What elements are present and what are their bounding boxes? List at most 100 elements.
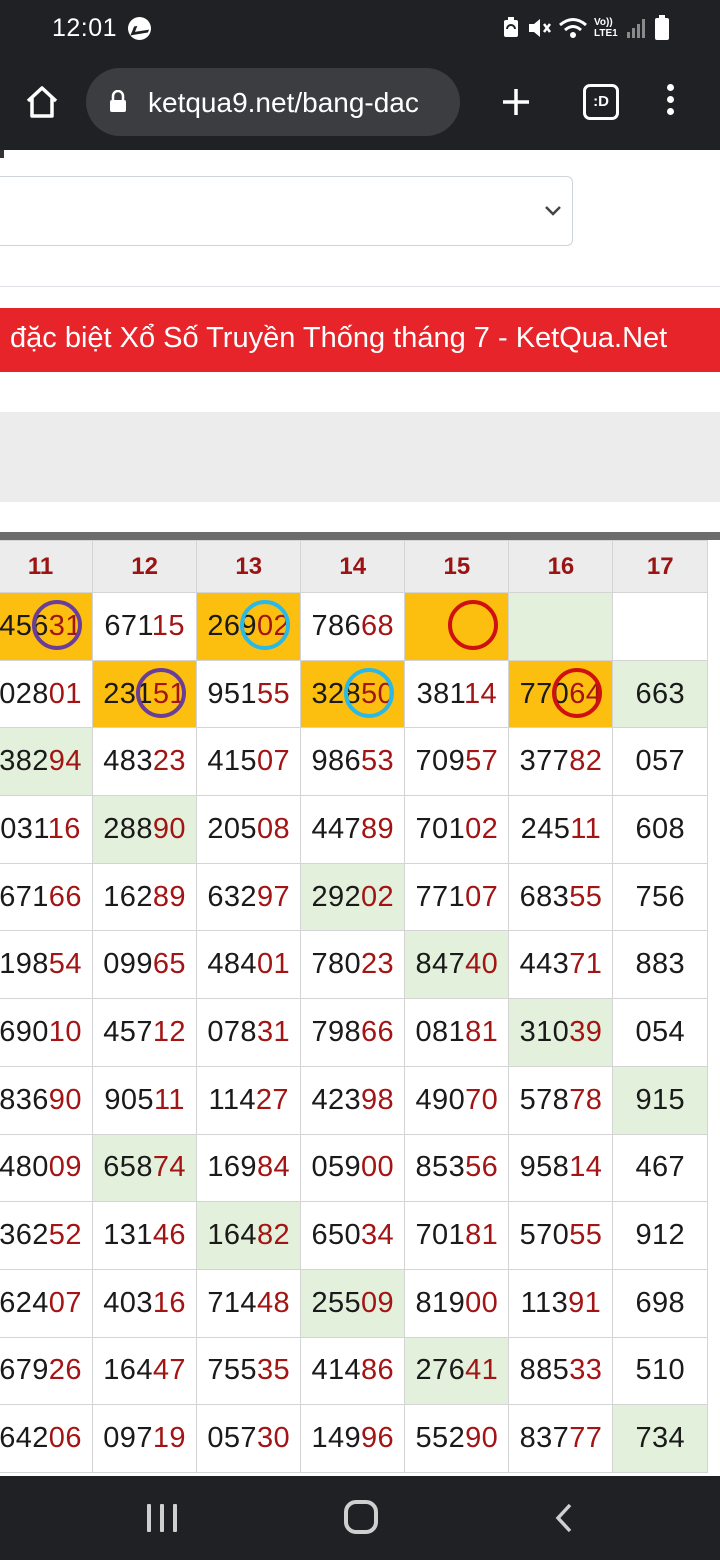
result-tail-digits: 53 xyxy=(361,745,395,778)
result-head-digits: 786 xyxy=(311,609,362,642)
back-icon[interactable] xyxy=(550,1502,580,1534)
result-tail-digits: 01 xyxy=(48,677,82,710)
result-head-digits: 381 xyxy=(416,677,465,710)
result-tail-digits: 84 xyxy=(256,1151,291,1184)
result-tail-digits: 78 xyxy=(569,1083,603,1116)
result-cell xyxy=(612,592,708,661)
result-head-digits: 632 xyxy=(207,880,257,913)
recent-apps-icon[interactable] xyxy=(147,1504,177,1532)
result-cell: 45712 xyxy=(92,998,198,1067)
column-header: 14 xyxy=(300,540,406,593)
result-cell: 16984 xyxy=(196,1133,302,1203)
home-nav-icon[interactable] xyxy=(344,1500,378,1534)
result-tail-digits: 90 xyxy=(152,812,186,845)
result-tail-digits: 55 xyxy=(569,880,603,913)
result-head-digits: 698 xyxy=(635,1286,686,1319)
result-tail-digits: 33 xyxy=(569,1354,603,1387)
result-cell: 057 xyxy=(612,727,708,797)
result-head-digits: 149 xyxy=(311,1422,362,1455)
result-cell: 69010 xyxy=(0,998,94,1067)
result-head-digits: 771 xyxy=(415,880,466,913)
tabs-icon[interactable]: :D xyxy=(583,84,619,120)
result-cell: 77064 xyxy=(508,659,614,729)
result-head-digits: 552 xyxy=(415,1422,466,1455)
result-head-digits: 423 xyxy=(311,1083,362,1116)
result-tail-digits: 14 xyxy=(569,1151,603,1184)
chevron-down-icon xyxy=(545,206,561,216)
result-head-digits: 382 xyxy=(0,745,49,778)
result-cell: 09965 xyxy=(92,930,198,1000)
result-tail-digits: 12 xyxy=(152,1015,186,1048)
result-cell: 38114 xyxy=(404,659,510,729)
result-cell xyxy=(508,592,614,661)
result-cell: 98653 xyxy=(300,727,406,797)
column-header: 12 xyxy=(92,540,198,593)
messenger-icon xyxy=(128,17,151,40)
result-tail-digits: 51 xyxy=(152,677,186,710)
result-cell: 70957 xyxy=(404,727,510,797)
header-row: 11 12 13 14 15 16 17 xyxy=(0,540,708,593)
result-tail-digits: 52 xyxy=(48,1219,82,1252)
result-tail-digits: 70 xyxy=(465,1083,499,1116)
result-tail-digits: 16 xyxy=(152,1286,186,1319)
result-head-digits: 690 xyxy=(0,1015,49,1048)
result-tail-digits: 89 xyxy=(361,812,395,845)
result-cell: 67926 xyxy=(0,1336,94,1406)
plus-icon[interactable] xyxy=(500,86,532,118)
result-head-digits: 255 xyxy=(311,1286,362,1319)
address-bar[interactable]: ketqua9.net/bang-dac xyxy=(86,68,460,136)
result-cell: 27641 xyxy=(404,1336,510,1406)
result-head-digits: 624 xyxy=(0,1286,49,1319)
result-tail-digits: 23 xyxy=(152,745,186,778)
result-cell: 78668 xyxy=(300,592,406,661)
result-tail-digits: 91 xyxy=(568,1286,602,1319)
result-cell: 44371 xyxy=(508,930,614,1000)
result-head-digits: 836 xyxy=(0,1083,49,1116)
result-cell: 16482 xyxy=(196,1201,302,1270)
result-tail-digits: 07 xyxy=(465,880,499,913)
result-cell: 02801 xyxy=(0,659,94,729)
table-row: 64206 09719 05730 14996 55290 83777 734 xyxy=(0,1404,708,1473)
result-tail-digits: 90 xyxy=(48,1083,82,1116)
result-cell: 67115 xyxy=(92,592,198,661)
lock-icon xyxy=(110,90,126,112)
volte-label: Vo)) LTE1 xyxy=(594,17,618,39)
result-cell: 68355 xyxy=(508,862,614,932)
result-cell: 11427 xyxy=(196,1065,302,1135)
table-row: 03116 28890 20508 44789 70102 24511 608 xyxy=(0,795,708,864)
result-cell: 83777 xyxy=(508,1404,614,1473)
gray-band xyxy=(0,412,720,502)
result-tail-digits: 06 xyxy=(48,1422,82,1455)
result-head-digits: 885 xyxy=(519,1354,570,1387)
result-head-digits: 162 xyxy=(103,880,153,913)
result-head-digits: 912 xyxy=(635,1219,686,1252)
result-cell: 48323 xyxy=(92,727,198,797)
result-tail-digits: 01 xyxy=(256,948,291,981)
table-row: 67166 16289 63297 29202 77107 68355 756 xyxy=(0,862,708,932)
result-cell: 42398 xyxy=(300,1065,406,1135)
result-head-digits: 292 xyxy=(311,880,362,913)
result-head-digits: 883 xyxy=(635,948,686,981)
result-cell: 48401 xyxy=(196,930,302,1000)
result-cell: 77107 xyxy=(404,862,510,932)
result-tail-digits: 30 xyxy=(256,1422,291,1455)
result-tail-digits: 15 xyxy=(151,609,185,642)
result-head-digits: 288 xyxy=(103,812,153,845)
more-vert-icon[interactable] xyxy=(664,84,676,120)
result-cell: 467 xyxy=(612,1133,708,1203)
result-cell: 09719 xyxy=(92,1404,198,1473)
result-cell: 28890 xyxy=(92,795,198,864)
result-tail-digits: 57 xyxy=(465,745,499,778)
result-cell: 65034 xyxy=(300,1201,406,1270)
result-head-digits: 480 xyxy=(0,1151,49,1184)
result-tail-digits: 10 xyxy=(48,1015,82,1048)
home-icon[interactable] xyxy=(24,84,60,120)
result-head-digits: 457 xyxy=(103,1015,153,1048)
result-cell: 915 xyxy=(612,1065,708,1135)
result-cell: 05730 xyxy=(196,1404,302,1473)
result-head-digits: 663 xyxy=(635,677,686,710)
result-cell: 84740 xyxy=(404,930,510,1000)
result-cell: 32850 xyxy=(300,659,406,729)
column-header: 17 xyxy=(612,540,708,593)
month-select[interactable] xyxy=(0,176,573,246)
